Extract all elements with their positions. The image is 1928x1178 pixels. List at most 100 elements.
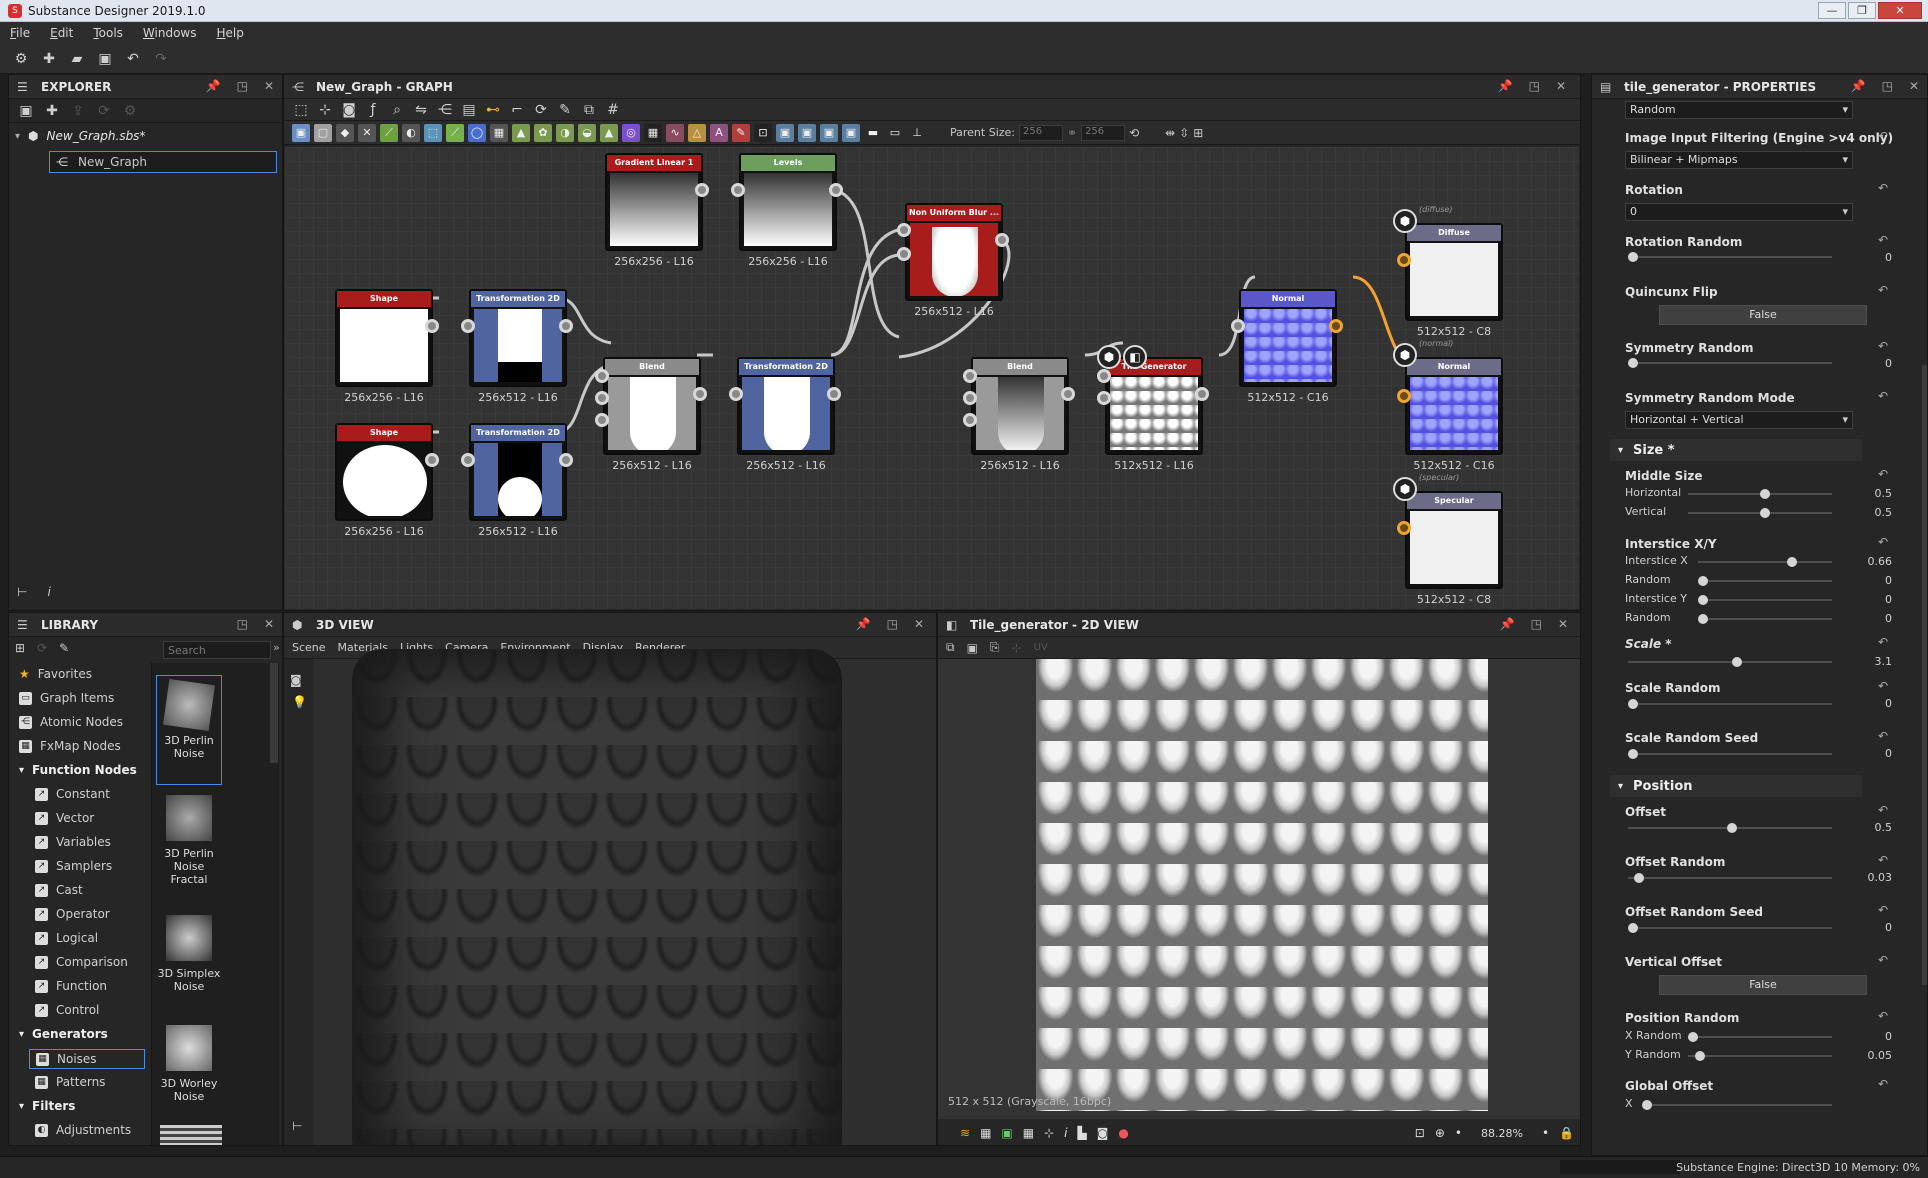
library-variables[interactable]: ↗ Variables (35, 835, 111, 849)
light-icon[interactable]: 💡 (292, 695, 314, 709)
slider-handle[interactable] (1628, 923, 1638, 933)
text-node-icon[interactable]: A (710, 123, 728, 142)
library-cast[interactable]: ↗ Cast (35, 883, 83, 897)
new-graph-icon[interactable]: ✚ (43, 102, 61, 120)
close-icon[interactable]: ✕ (1558, 617, 1568, 631)
quincunx-toggle[interactable]: False (1659, 305, 1867, 325)
output-cube-icon[interactable]: ⬢ (1393, 343, 1417, 367)
node-gradient-linear[interactable]: Gradient Linear 1 (605, 153, 703, 251)
library-patterns[interactable]: ▦ Patterns (35, 1075, 105, 1089)
output-port[interactable] (559, 319, 573, 333)
horizontal-value[interactable]: 0.5 (1852, 487, 1893, 500)
input-port[interactable] (1097, 369, 1111, 383)
input-extra-icon[interactable]: ▣ (842, 123, 860, 142)
frame-icon[interactable]: ⬚ (292, 101, 310, 119)
transform-node-icon[interactable]: ⬚ (424, 123, 442, 142)
levels-node-icon[interactable]: ⟋ (446, 123, 464, 142)
input-port[interactable] (1231, 319, 1245, 333)
close-icon[interactable]: ✕ (264, 79, 274, 93)
close-window-button[interactable]: ✕ (1878, 2, 1922, 19)
close-icon[interactable]: ✕ (1909, 79, 1919, 93)
slider-handle[interactable] (1698, 595, 1708, 605)
reset-icon[interactable]: ↶ (1878, 953, 1892, 967)
output-port[interactable] (995, 233, 1009, 247)
y-random-value[interactable]: 0.05 (1852, 1049, 1893, 1062)
settings-icon[interactable]: ⚙ (121, 102, 139, 120)
library-function-nodes[interactable]: ▾ Function Nodes (19, 763, 137, 777)
library-adjustments[interactable]: ◐ Adjustments (35, 1123, 131, 1137)
input-port[interactable] (897, 247, 911, 261)
open-folder-icon[interactable]: ▰ (68, 50, 86, 68)
curve-node-icon[interactable]: ∿ (666, 123, 684, 142)
histogram-node-icon[interactable]: ▲ (600, 123, 618, 142)
node-blend-1[interactable]: Blend (603, 357, 701, 455)
parent-size-width[interactable]: 256 (1019, 124, 1063, 141)
library-noises[interactable]: ▦ Noises (29, 1049, 145, 1069)
reset-icon[interactable]: ↶ (1878, 853, 1892, 867)
view2d-viewport[interactable]: 512 x 512 (Grayscale, 16bpc) (938, 659, 1580, 1119)
slider-handle[interactable] (1628, 252, 1638, 262)
function-icon[interactable]: ƒ (364, 101, 382, 119)
scale-slider[interactable] (1628, 661, 1832, 663)
slider-handle[interactable] (1628, 749, 1638, 759)
reset-icon[interactable]: ↶ (1878, 467, 1892, 481)
offset-random-slider[interactable] (1628, 877, 1832, 879)
x-random-slider[interactable] (1688, 1036, 1832, 1038)
comment-icon[interactable]: ▬ (864, 124, 882, 142)
copy-image-icon[interactable]: ⎘ (990, 640, 1000, 655)
reset-icon[interactable]: ↶ (1878, 389, 1892, 403)
export-image-icon[interactable]: ⧉ (946, 640, 955, 655)
output-port[interactable] (1195, 387, 1209, 401)
dither-node-icon[interactable]: ▦ (644, 123, 662, 142)
new-graph-icon[interactable]: ✚ (40, 50, 58, 68)
input-port[interactable] (1097, 391, 1111, 405)
output-port[interactable] (827, 387, 841, 401)
snap-icon[interactable]: ⊞ (1193, 126, 1203, 140)
position-section-header[interactable]: ▾ Position (1610, 775, 1862, 797)
align-h-icon[interactable]: ⇹ (1165, 126, 1175, 140)
reset-icon[interactable]: ↶ (1878, 535, 1892, 549)
center-icon[interactable]: ⊕ (1435, 1126, 1445, 1140)
properties-scrollbar[interactable] (1922, 365, 1927, 985)
grid-icon[interactable]: ▦ (1023, 1126, 1034, 1140)
view-3d-icon[interactable]: ⬢ (1097, 345, 1121, 369)
close-icon[interactable]: ✕ (264, 617, 274, 631)
rotation-dropdown[interactable]: 0 (1625, 203, 1853, 221)
thumb-simplex[interactable]: 3D Simplex Noise (156, 909, 222, 999)
output-port[interactable] (1329, 319, 1343, 333)
slider-handle[interactable] (1727, 823, 1737, 833)
slider-handle[interactable] (1787, 557, 1797, 567)
lock-icon[interactable]: 🔒 (1559, 1126, 1574, 1140)
output-node-icon[interactable]: ⊡ (754, 123, 772, 142)
zoom-level[interactable]: 88.28% (1472, 1127, 1532, 1140)
interstice-x-value[interactable]: 0.66 (1852, 555, 1893, 568)
symmetry-random-value[interactable]: 0 (1852, 357, 1892, 370)
input-port[interactable] (963, 369, 977, 383)
align-v-icon[interactable]: ⇳ (1179, 126, 1189, 140)
reset-icon[interactable]: ↶ (1878, 129, 1892, 143)
float-icon[interactable]: ◳ (887, 617, 898, 631)
output-port[interactable] (559, 453, 573, 467)
new-package-icon[interactable]: ⚙ (12, 50, 30, 68)
size-section-header[interactable]: ▾ Size * (1610, 439, 1862, 461)
pin-icon[interactable]: 📌 (1498, 79, 1513, 93)
link-icon[interactable]: ⇋ (412, 101, 430, 119)
collapse-arrow-icon[interactable]: ▾ (19, 1101, 24, 1112)
node-shape-2[interactable]: Shape (335, 423, 433, 521)
library-logical[interactable]: ↗ Logical (35, 931, 98, 945)
histogram-icon[interactable]: ▙ (1078, 1126, 1087, 1140)
input-value-icon[interactable]: ▣ (820, 123, 838, 142)
library-function[interactable]: ↗ Function (35, 979, 107, 993)
undo-icon[interactable]: ↶ (124, 50, 142, 68)
input-port[interactable] (729, 387, 743, 401)
slider-handle[interactable] (1634, 873, 1644, 883)
input-color-icon[interactable]: ▣ (776, 123, 794, 142)
input-port[interactable] (595, 413, 609, 427)
random-slider[interactable] (1698, 618, 1832, 620)
input-port[interactable] (963, 391, 977, 405)
output-port[interactable] (425, 319, 439, 333)
distance-node-icon[interactable]: ◎ (622, 123, 640, 142)
library-control[interactable]: ↗ Control (35, 1003, 99, 1017)
vertical-offset-toggle[interactable]: False (1659, 975, 1867, 995)
output-port[interactable] (695, 183, 709, 197)
